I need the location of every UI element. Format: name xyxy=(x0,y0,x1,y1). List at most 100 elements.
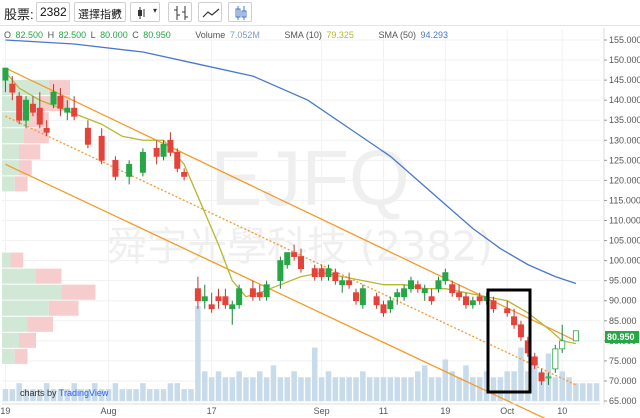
volume-bar xyxy=(435,377,442,401)
symbol-input[interactable]: 2382 xyxy=(36,2,70,22)
candle-body xyxy=(552,348,559,370)
candle-body xyxy=(71,107,78,117)
volume-profile-down-bar xyxy=(14,176,28,192)
candle-body xyxy=(311,268,318,278)
price-axis-label: 135.000 xyxy=(609,115,640,125)
tradingview-link[interactable]: TradingView xyxy=(59,388,109,398)
volume-bar xyxy=(387,377,394,401)
volume-bar xyxy=(332,377,339,401)
candle-body xyxy=(43,127,50,133)
candle-body xyxy=(572,330,579,342)
volume-profile-down-bar xyxy=(10,252,24,268)
candle-body xyxy=(504,308,511,314)
candle-body xyxy=(263,284,270,298)
volume-bar xyxy=(250,377,256,401)
volume-bar xyxy=(339,377,345,401)
candle-body xyxy=(559,340,566,350)
candle-body xyxy=(36,107,43,125)
candle-body xyxy=(236,288,243,306)
volume-profile-up-bar xyxy=(2,144,19,160)
time-axis-label: Sep xyxy=(314,406,330,416)
volume-bar xyxy=(504,371,510,401)
candle-body xyxy=(249,288,256,298)
price-axis-label: 145.000 xyxy=(609,75,640,85)
price-axis-label: 150.000 xyxy=(609,55,640,65)
volume-bar xyxy=(208,377,215,401)
volume-bar xyxy=(215,371,222,401)
volume-bar xyxy=(552,377,559,401)
volume-profile-up-bar xyxy=(2,348,15,364)
candle-body xyxy=(126,163,133,177)
line-style-icon xyxy=(202,8,220,18)
candle-body xyxy=(64,107,71,113)
volume-bar xyxy=(559,371,565,401)
candle-body xyxy=(332,272,339,282)
candle-body xyxy=(545,376,552,379)
volume-bar xyxy=(360,371,366,401)
volume-bar xyxy=(353,377,359,401)
candle-body xyxy=(9,83,16,93)
candle-body xyxy=(208,304,215,310)
volume-bar xyxy=(305,377,311,401)
volume-bar xyxy=(2,389,9,401)
volume-bar xyxy=(195,306,201,401)
volume-bar xyxy=(511,371,517,401)
candle-body xyxy=(421,288,428,294)
candle-body xyxy=(284,252,291,266)
compare-icon xyxy=(174,6,188,20)
volume-bar xyxy=(408,377,414,401)
volume-bar xyxy=(181,389,187,401)
time-axis-label: 11 xyxy=(379,406,388,416)
low-value: 80.000 xyxy=(100,30,128,40)
candle-body xyxy=(394,292,401,298)
volume-bar xyxy=(573,383,579,401)
index-select-label: 選擇指數 xyxy=(78,9,122,21)
volume-bar xyxy=(490,377,497,401)
sma50-label: SMA (50) xyxy=(378,30,416,40)
sma50-value: 94.293 xyxy=(420,30,449,40)
volume-bar xyxy=(174,383,181,401)
volume-bar xyxy=(263,377,270,401)
line-style-button[interactable] xyxy=(198,2,222,22)
candle-body xyxy=(98,135,105,161)
candle-body xyxy=(194,288,201,302)
chevron-down-icon: ▾ xyxy=(116,6,121,16)
price-axis-label: 110.000 xyxy=(609,216,640,226)
price-chart[interactable]: EJFQ舜宇光學科技 (2382)155.000150.000145.00014… xyxy=(0,27,640,418)
time-axis-label: 10 xyxy=(557,406,567,416)
volume-bar xyxy=(277,377,284,401)
candle-body xyxy=(511,316,518,326)
volume-bar xyxy=(428,377,435,401)
candles-button[interactable] xyxy=(228,2,252,22)
index-select[interactable]: 選擇指數 ▾ xyxy=(74,2,126,22)
sma10-label: SMA (10) xyxy=(284,30,322,40)
price-axis-label: 75.000 xyxy=(609,356,637,366)
volume-bar xyxy=(147,389,153,401)
volume-bar xyxy=(270,365,277,401)
price-axis-label: 130.000 xyxy=(609,135,640,145)
candle-body xyxy=(57,95,64,109)
candle-body xyxy=(359,288,366,306)
volume-bar xyxy=(153,389,160,401)
candle-body xyxy=(339,280,346,286)
toolbar: 股票: 2382 選擇指數 ▾ ▾ xyxy=(0,0,640,26)
attribution[interactable]: charts by TradingView xyxy=(20,388,108,398)
price-axis-label: 125.000 xyxy=(609,155,640,165)
candle-body xyxy=(346,280,353,286)
volume-profile-up-bar xyxy=(2,300,49,316)
volume-bar xyxy=(456,377,462,401)
volume-profile-up-bar xyxy=(2,176,15,192)
volume-bar xyxy=(442,359,449,401)
candle-body xyxy=(318,268,325,278)
volume-profile-up-bar xyxy=(2,160,19,176)
candle-body xyxy=(449,284,456,294)
volume-bar xyxy=(421,365,428,401)
candle-body xyxy=(517,324,524,338)
volume-profile-up-bar xyxy=(2,252,11,268)
chart-type-button[interactable]: ▾ xyxy=(130,2,160,22)
compare-button[interactable] xyxy=(168,2,192,22)
volume-bar xyxy=(318,377,325,401)
chevron-down-icon: ▾ xyxy=(152,6,157,15)
candle-body xyxy=(428,296,435,302)
candle-body xyxy=(325,268,332,278)
